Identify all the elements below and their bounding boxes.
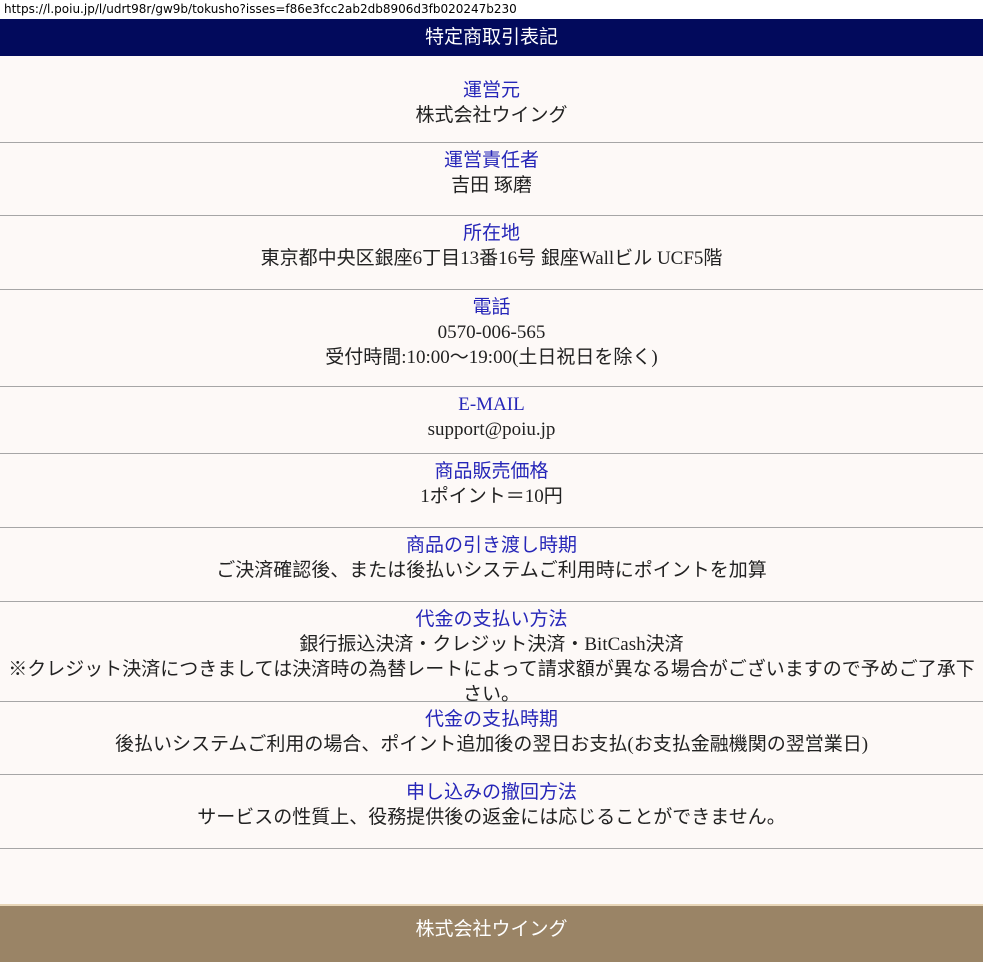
item-operator: 運営元 株式会社ウイング [0, 73, 983, 143]
item-address: 所在地 東京都中央区銀座6丁目13番16号 銀座Wallビル UCF5階 [0, 216, 983, 290]
item-label: 代金の支払い方法 [415, 609, 568, 630]
item-payment-method: 代金の支払い方法 銀行振込決済・クレジット決済・BitCash決済 ※クレジット… [0, 602, 983, 705]
item-email: E-MAIL support@poiu.jp [0, 387, 983, 454]
footer-company: 株式会社ウイング [415, 918, 568, 940]
item-manager: 運営責任者 吉田 琢磨 [0, 143, 983, 216]
item-value: 東京都中央区銀座6丁目13番16号 銀座Wallビル UCF5階 [260, 248, 723, 269]
item-label: 所在地 [462, 223, 520, 244]
legal-notice-list: 運営元 株式会社ウイング 運営責任者 吉田 琢磨 所在地 東京都中央区銀座6丁目… [0, 56, 983, 906]
email-link[interactable]: support@poiu.jp [0, 417, 983, 442]
item-label: 申し込みの撤回方法 [405, 782, 577, 803]
item-label: 電話 [472, 297, 511, 318]
divider [0, 904, 983, 906]
item-label: 代金の支払時期 [424, 709, 558, 730]
phone-number[interactable]: 0570-006-565 [0, 320, 983, 345]
item-value: ご決済確認後、または後払いシステムご利用時にポイントを加算 [216, 560, 767, 581]
page-footer: 株式会社ウイング [0, 906, 983, 962]
address-bar[interactable]: https://l.poiu.jp/l/udrt98r/gw9b/tokusho… [0, 0, 983, 19]
item-value: 株式会社ウイング [415, 105, 568, 126]
item-label: 商品販売価格 [434, 461, 549, 482]
item-label: 運営元 [462, 80, 520, 101]
item-payment-timing: 代金の支払時期 後払いシステムご利用の場合、ポイント追加後の翌日お支払(お支払金… [0, 702, 983, 775]
page-header: 特定商取引表記 [0, 19, 983, 56]
item-note: ※クレジット決済につきましては決済時の為替レートによって請求額が異なる場合がござ… [8, 659, 975, 705]
item-label: 商品の引き渡し時期 [405, 535, 577, 556]
item-value: 後払いシステムご利用の場合、ポイント追加後の翌日お支払(お支払金融機関の翌営業日… [114, 734, 869, 755]
item-value: 銀行振込決済・クレジット決済・BitCash決済 [299, 634, 684, 655]
item-value: 吉田 琢磨 [451, 175, 532, 196]
item-label: 運営責任者 [443, 150, 539, 171]
item-value: サービスの性質上、役務提供後の返金には応じることができません。 [197, 807, 786, 828]
item-price: 商品販売価格 1ポイント＝10円 [0, 454, 983, 528]
item-label: E-MAIL [458, 394, 525, 415]
item-value: 受付時間:10:00〜19:00(土日祝日を除く) [325, 347, 658, 368]
page-title: 特定商取引表記 [424, 26, 558, 48]
item-value: 1ポイント＝10円 [420, 486, 563, 507]
item-cancellation: 申し込みの撤回方法 サービスの性質上、役務提供後の返金には応じることができません… [0, 775, 983, 849]
item-phone: 電話 0570-006-565 受付時間:10:00〜19:00(土日祝日を除く… [0, 290, 983, 387]
item-delivery: 商品の引き渡し時期 ご決済確認後、または後払いシステムご利用時にポイントを加算 [0, 528, 983, 602]
